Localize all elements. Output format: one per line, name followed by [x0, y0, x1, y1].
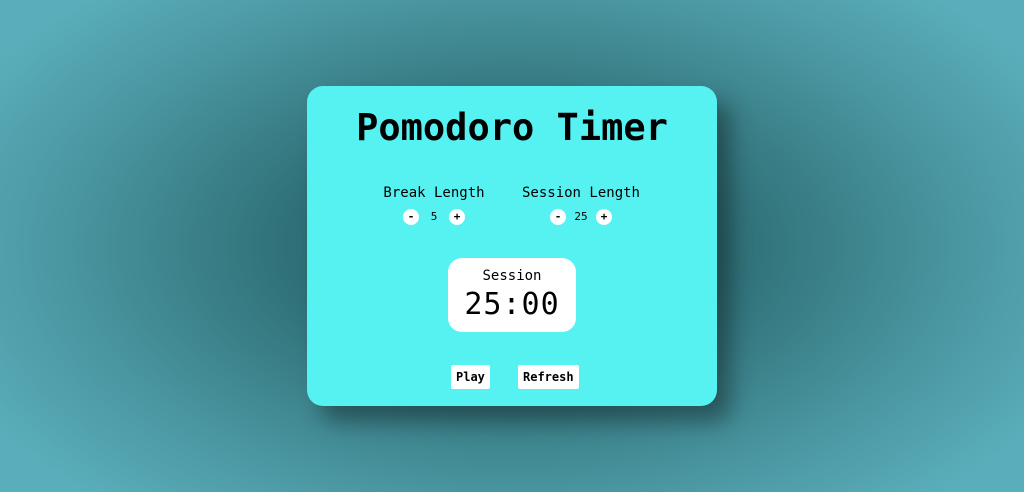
- length-settings: Break Length - 5 + Session Length - 25 +: [307, 184, 717, 232]
- timer-time: 25:00: [464, 287, 560, 322]
- break-increment-button[interactable]: +: [449, 209, 465, 225]
- session-decrement-button[interactable]: -: [550, 209, 566, 225]
- break-length-label: Break Length: [383, 185, 485, 201]
- session-length-controls: - 25 +: [501, 209, 661, 225]
- break-length-controls: - 5 +: [354, 209, 514, 225]
- refresh-button[interactable]: Refresh: [518, 365, 579, 389]
- session-length-label: Session Length: [521, 185, 640, 201]
- timer-display: Session 25:00: [448, 258, 576, 332]
- break-length-value: 5: [430, 210, 438, 223]
- timer-label: Session: [482, 268, 542, 284]
- pomodoro-card: Pomodoro Timer Break Length - 5 + Sessio…: [307, 86, 717, 406]
- play-button[interactable]: Play: [451, 365, 490, 389]
- break-length-group: Break Length - 5 +: [354, 184, 514, 225]
- app-title: Pomodoro Timer: [356, 106, 668, 149]
- session-increment-button[interactable]: +: [596, 209, 612, 225]
- session-length-value: 25: [574, 210, 588, 223]
- session-length-group: Session Length - 25 +: [501, 184, 661, 225]
- break-decrement-button[interactable]: -: [403, 209, 419, 225]
